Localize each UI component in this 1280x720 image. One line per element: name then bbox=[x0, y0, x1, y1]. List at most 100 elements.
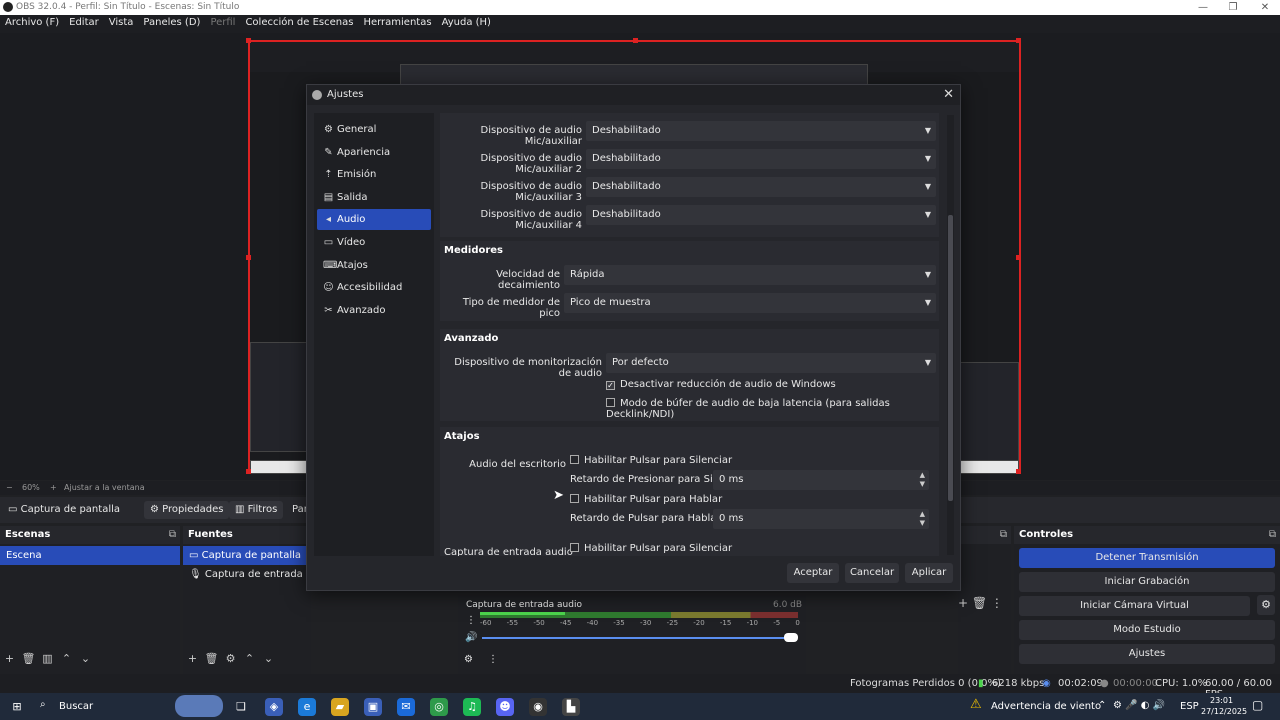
menu-editar[interactable]: Editar bbox=[64, 15, 104, 30]
taskbar-search[interactable]: Buscar bbox=[59, 701, 93, 712]
arrow-down-icon[interactable]: ⌄ bbox=[76, 652, 95, 665]
volume-slider-handle[interactable] bbox=[784, 633, 798, 642]
virtual-camera-button[interactable]: Iniciar Cámara Virtual bbox=[1019, 596, 1250, 616]
push-to-talk-checkbox[interactable]: Habilitar Pulsar para Hablar bbox=[570, 494, 722, 505]
volume-slider[interactable] bbox=[482, 637, 794, 639]
obs-taskbar-icon[interactable]: ◉ bbox=[529, 698, 547, 716]
file-explorer-icon[interactable]: ▰ bbox=[331, 698, 349, 716]
push-to-mute-checkbox[interactable]: Habilitar Pulsar para Silenciar bbox=[570, 455, 732, 466]
low-latency-checkbox[interactable]: Modo de búfer de audio de baja latencia … bbox=[606, 398, 939, 420]
chrome-icon[interactable]: ◎ bbox=[430, 698, 448, 716]
notifications-icon[interactable]: ▢ bbox=[1252, 698, 1263, 712]
accept-button[interactable]: Aceptar bbox=[787, 563, 839, 583]
weather-text[interactable]: Advertencia de viento bbox=[991, 701, 1101, 712]
settings-nav-apariencia[interactable]: ✎ Apariencia bbox=[317, 142, 431, 163]
chevron-up-icon[interactable]: ▲ bbox=[920, 471, 925, 479]
resize-handle[interactable] bbox=[1016, 38, 1021, 43]
chevron-up-icon[interactable]: ▲ bbox=[920, 510, 925, 518]
device-select[interactable]: Deshabilitado ▼ bbox=[586, 177, 936, 197]
ptt-delay-spinbox[interactable]: 0 ms ▲ ▼ bbox=[713, 509, 929, 529]
language[interactable]: ESP bbox=[1180, 701, 1199, 712]
resize-handle[interactable] bbox=[633, 38, 638, 43]
resize-handle[interactable] bbox=[1016, 255, 1021, 260]
scene-item[interactable]: Escena bbox=[0, 546, 180, 565]
chevron-down-icon[interactable]: ▼ bbox=[920, 480, 925, 488]
settings-nav-avanzado[interactable]: ✂ Avanzado bbox=[317, 300, 431, 321]
mixer-settings-icon[interactable]: ⚙ bbox=[464, 654, 473, 665]
input-push-to-mute-checkbox[interactable]: Habilitar Pulsar para Silenciar bbox=[570, 543, 732, 554]
ducking-checkbox[interactable]: ✓ Desactivar reducción de audio de Window… bbox=[606, 379, 836, 390]
gear-icon[interactable]: ⚙ bbox=[221, 652, 240, 665]
virtual-camera-settings-icon[interactable]: ⚙ bbox=[1257, 595, 1275, 615]
app-icon[interactable]: ▙ bbox=[562, 698, 580, 716]
copilot-icon[interactable]: ◈ bbox=[265, 698, 283, 716]
decay-select[interactable]: Rápida ▼ bbox=[564, 265, 936, 285]
spotify-icon[interactable]: ♫ bbox=[463, 698, 481, 716]
add-icon[interactable]: + bbox=[183, 652, 202, 665]
close-window-button[interactable]: ✕ bbox=[1250, 0, 1280, 15]
properties-button[interactable]: ⚙ Propiedades bbox=[144, 501, 230, 519]
settings-button[interactable]: Ajustes bbox=[1019, 644, 1275, 664]
source-item[interactable]: 🎙 Captura de entrada audio bbox=[183, 565, 334, 584]
store-icon[interactable]: ▣ bbox=[364, 698, 382, 716]
trash-icon[interactable]: 🗑 bbox=[19, 652, 38, 665]
menu-archivo[interactable]: Archivo (F) bbox=[0, 15, 64, 30]
filters-button[interactable]: ▥ Filtros bbox=[229, 501, 284, 519]
dock-float-icon[interactable]: ⧉ bbox=[1269, 526, 1276, 544]
add-icon[interactable]: + bbox=[0, 652, 19, 665]
resize-handle[interactable] bbox=[246, 255, 251, 260]
chevron-down-icon[interactable]: ▼ bbox=[920, 519, 925, 527]
settings-scrollbar[interactable] bbox=[947, 115, 954, 555]
mixer-menu-icon[interactable]: ⋮ bbox=[466, 615, 476, 626]
source-item[interactable]: ▭ Captura de pantalla bbox=[183, 546, 311, 565]
search-icon[interactable]: ⌕ bbox=[40, 699, 46, 710]
menu-coleccion-escenas[interactable]: Colección de Escenas bbox=[240, 15, 358, 30]
dock-float-icon[interactable]: ⧉ bbox=[169, 526, 176, 544]
arrow-up-icon[interactable]: ⌃ bbox=[57, 652, 76, 665]
scrollbar-thumb[interactable] bbox=[948, 215, 953, 501]
cancel-button[interactable]: Cancelar bbox=[845, 563, 899, 583]
resize-handle[interactable] bbox=[246, 469, 251, 474]
settings-nav-accesibilidad[interactable]: ☺ Accesibilidad bbox=[317, 277, 431, 298]
stop-stream-button[interactable]: Detener Transmisión bbox=[1019, 548, 1275, 568]
dock-float-icon[interactable]: ⧉ bbox=[1000, 526, 1007, 544]
settings-nav-salida[interactable]: ▤ Salida bbox=[317, 187, 431, 208]
task-view-icon[interactable]: ❏ bbox=[232, 698, 250, 716]
menu-herramientas[interactable]: Herramientas bbox=[358, 15, 436, 30]
discord-icon[interactable]: ☻ bbox=[496, 698, 514, 716]
monitor-select[interactable]: Por defecto ▼ bbox=[606, 353, 936, 373]
device-select[interactable]: Deshabilitado ▼ bbox=[586, 149, 936, 169]
mail-icon[interactable]: ✉ bbox=[397, 698, 415, 716]
resize-handle[interactable] bbox=[1016, 469, 1021, 474]
trash-icon[interactable]: 🗑 bbox=[202, 652, 221, 665]
filter-icon[interactable]: ▥ bbox=[38, 652, 57, 665]
windows-start-icon[interactable]: ⊞ bbox=[8, 698, 26, 716]
start-recording-button[interactable]: Iniciar Grabación bbox=[1019, 572, 1275, 592]
ptm-delay-spinbox[interactable]: 0 ms ▲ ▼ bbox=[713, 470, 929, 490]
speaker-icon[interactable]: 🔊 bbox=[465, 632, 477, 643]
clock-time[interactable]: 23:01 bbox=[1210, 696, 1233, 705]
settings-nav-atajos[interactable]: ⌨Atajos bbox=[317, 255, 431, 276]
device-select[interactable]: Deshabilitado ▼ bbox=[586, 205, 936, 225]
fit-window-button[interactable]: Ajustar a la ventana bbox=[64, 483, 145, 492]
resize-handle[interactable] bbox=[246, 38, 251, 43]
maximize-button[interactable]: ❐ bbox=[1218, 0, 1248, 15]
arrow-down-icon[interactable]: ⌄ bbox=[259, 652, 278, 665]
apply-button[interactable]: Aplicar bbox=[905, 563, 953, 583]
zoom-out-icon[interactable]: − bbox=[6, 483, 13, 492]
arrow-up-icon[interactable]: ⌃ bbox=[240, 652, 259, 665]
edge-icon[interactable]: e bbox=[298, 698, 316, 716]
clock-date[interactable]: 27/12/2025 bbox=[1201, 707, 1247, 716]
peak-select[interactable]: Pico de muestra ▼ bbox=[564, 293, 936, 313]
studio-mode-button[interactable]: Modo Estudio bbox=[1019, 620, 1275, 640]
menu-ayuda[interactable]: Ayuda (H) bbox=[437, 15, 496, 30]
mixer-overflow-icon[interactable]: ⋮ bbox=[488, 654, 498, 665]
tray-icons[interactable]: ⚙ 🎤 ◐ 🔊 bbox=[1113, 700, 1165, 711]
settings-nav-general[interactable]: ⚙ General bbox=[317, 119, 431, 140]
settings-nav-video[interactable]: ▭ Vídeo bbox=[317, 232, 431, 253]
device-select[interactable]: Deshabilitado ▼ bbox=[586, 121, 936, 141]
menu-paneles[interactable]: Paneles (D) bbox=[138, 15, 205, 30]
close-icon[interactable]: ✕ bbox=[943, 85, 954, 105]
settings-nav-emision[interactable]: ⇡ Emisión bbox=[317, 164, 431, 185]
settings-nav-audio[interactable]: ◂ Audio bbox=[317, 209, 431, 231]
